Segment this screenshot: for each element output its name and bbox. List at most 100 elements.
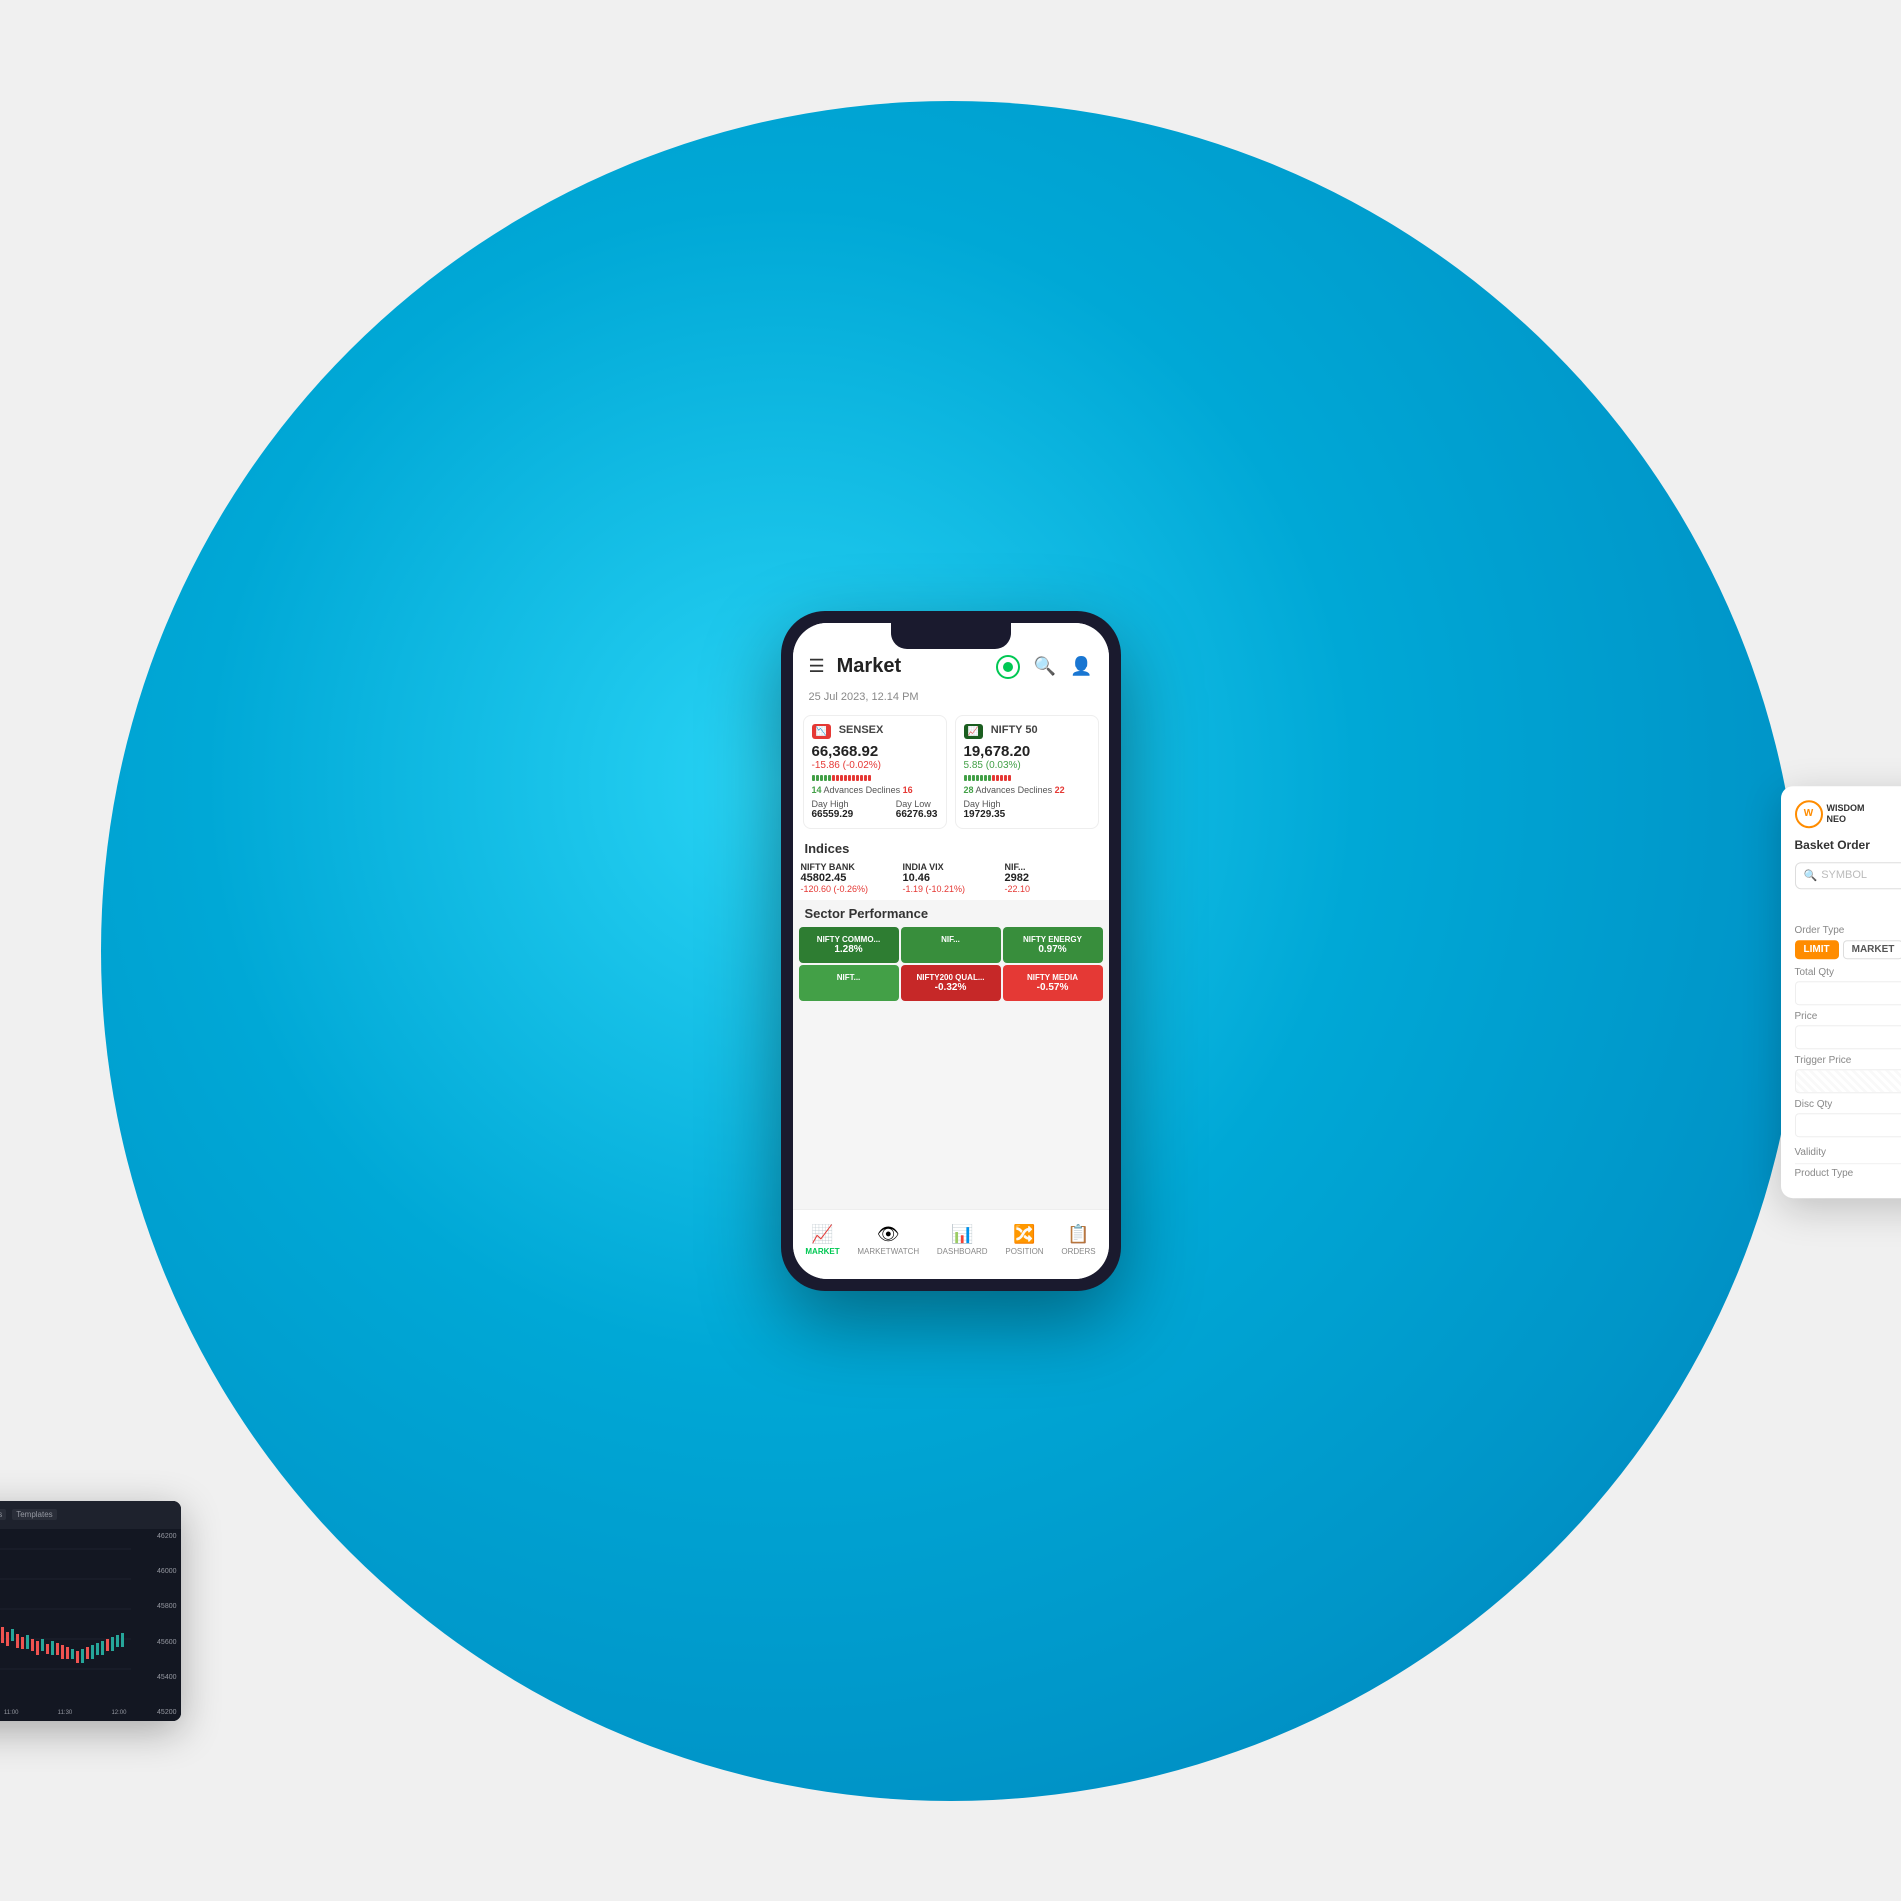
phone-notch	[891, 623, 1011, 649]
user-icon[interactable]: 👤	[1070, 656, 1092, 677]
market-date: 25 Jul 2023, 12.14 PM	[793, 687, 1109, 711]
marketwatch-nav-label: MARKETWATCH	[857, 1247, 919, 1256]
sensex-advances: 14 Advances Declines 16	[812, 785, 938, 795]
header-icons: 🔍 👤	[996, 655, 1093, 679]
trigger-price-label: Trigger Price	[1795, 1055, 1901, 1066]
templates-btn[interactable]: Templates	[12, 1509, 56, 1520]
symbol-search-row[interactable]: 🔍 SYMBOL	[1795, 862, 1901, 889]
basket-panel-header: W WISDOMNEO ☰	[1795, 800, 1901, 828]
dashboard-icon: 📊	[951, 1224, 973, 1245]
sector-grid: NIFTY COMMO... 1.28% NIF... NIFTY ENERGY…	[793, 925, 1109, 1003]
nav-orders[interactable]: 📋 ORDERS	[1061, 1224, 1095, 1256]
indicators-btn[interactable]: Indicators	[0, 1509, 6, 1520]
nifty50-price: 19,678.20	[964, 743, 1090, 760]
index-nifty-bank[interactable]: NIFTY BANK 45802.45 -120.60 (-0.26%)	[801, 862, 897, 894]
total-qty-section: Total Qty - +	[1795, 967, 1901, 1005]
sensex-label: SENSEX	[839, 724, 884, 736]
live-dot	[1003, 662, 1013, 672]
index-india-vix[interactable]: INDIA VIX 10.46 -1.19 (-10.21%)	[903, 862, 999, 894]
order-type-label: Order Type	[1795, 925, 1901, 936]
position-icon: 🔀	[1013, 1224, 1035, 1245]
wisdom-logo: W WISDOMNEO	[1795, 800, 1901, 828]
chart-y-axis: 46200 46000 45800 45600 45400 45200	[131, 1529, 181, 1721]
price-section: Price - +	[1795, 1011, 1901, 1049]
logo-circle: W	[1795, 800, 1823, 828]
page-title: Market	[837, 655, 996, 678]
sector-nifty-energy[interactable]: NIFTY ENERGY 0.97%	[1003, 927, 1103, 963]
market-nav-label: MARKET	[805, 1247, 839, 1256]
nav-market[interactable]: 📈 MARKET	[805, 1224, 839, 1256]
basket-panel-title: Basket Order	[1795, 838, 1901, 852]
live-status-indicator	[996, 655, 1020, 679]
nifty50-label: NIFTY 50	[991, 724, 1038, 736]
market-cards: 📉 SENSEX 66,368.92 -15.86 (-0.02%) 14	[793, 711, 1109, 833]
order-type-row: LIMIT MARKET SL-L SL-M	[1795, 940, 1901, 959]
disc-qty-section: Disc Qty - +	[1795, 1099, 1901, 1137]
nav-dashboard[interactable]: 📊 DASHBOARD	[937, 1224, 988, 1256]
dashboard-nav-label: DASHBOARD	[937, 1247, 988, 1256]
nifty50-card[interactable]: 📈 NIFTY 50 19,678.20 5.85 (0.03%) 28 Adv…	[955, 715, 1099, 829]
phone-screen: ☰ Market 🔍 👤 25 Jul 2023, 12.14 PM 📉	[793, 623, 1109, 1279]
disc-qty-stepper: - +	[1795, 1113, 1901, 1137]
nifty50-day-stats: Day High 19729.35	[964, 799, 1090, 820]
nifty50-mini-bars	[964, 775, 1090, 781]
index-nif[interactable]: NIF... 2982 -22.10	[1005, 862, 1101, 894]
sensex-day-high: 66559.29	[812, 809, 854, 820]
disc-qty-label: Disc Qty	[1795, 1099, 1901, 1110]
trigger-price-field[interactable]: - +	[1795, 1069, 1901, 1093]
nifty50-day-high: 19729.35	[964, 809, 1006, 820]
position-nav-label: POSITION	[1005, 1247, 1043, 1256]
sector-nifty-media[interactable]: NIFTY MEDIA -0.57%	[1003, 965, 1103, 1001]
indices-row: NIFTY BANK 45802.45 -120.60 (-0.26%) IND…	[793, 860, 1109, 900]
bottom-nav: 📈 MARKET 👁 MARKETWATCH 📊 DASHBOARD 🔀 POS…	[793, 1209, 1109, 1279]
chart-x-axis: 9:20 10:00 10:30 11:00 11:30 12:00	[0, 1705, 131, 1721]
sensex-price: 66,368.92	[812, 743, 938, 760]
price-label: Price	[1795, 1011, 1901, 1022]
sector-nif2[interactable]: NIF...	[901, 927, 1001, 963]
sensex-badge: 📉	[812, 724, 831, 739]
symbol-search-placeholder: SYMBOL	[1821, 869, 1901, 881]
sector-section-label: Sector Performance	[793, 900, 1109, 925]
product-type-label: Product Type	[1795, 1168, 1854, 1179]
trigger-price-section: Trigger Price - +	[1795, 1055, 1901, 1093]
nifty50-change: 5.85 (0.03%)	[964, 760, 1090, 771]
market-icon: 📈	[811, 1224, 833, 1245]
sensex-day-high-label: Day High	[812, 799, 854, 809]
total-qty-stepper: - +	[1795, 981, 1901, 1005]
sector-nifty200-qual[interactable]: NIFTY200 QUAL... -0.32%	[901, 965, 1001, 1001]
nav-position[interactable]: 🔀 POSITION	[1005, 1224, 1043, 1256]
search-icon-basket: 🔍	[1804, 869, 1818, 882]
buy-sell-toggle-row: Buy Sell	[1795, 899, 1901, 917]
nifty50-day-high-label: Day High	[964, 799, 1006, 809]
nifty50-badge: 📈	[964, 724, 983, 739]
validity-label: Validity	[1795, 1147, 1827, 1158]
chart-area: 46200 46000 45800 45600 45400 45200 9:20…	[0, 1529, 181, 1721]
orders-nav-label: ORDERS	[1061, 1247, 1095, 1256]
limit-btn[interactable]: LIMIT	[1795, 940, 1839, 959]
sensex-card[interactable]: 📉 SENSEX 66,368.92 -15.86 (-0.02%) 14	[803, 715, 947, 829]
total-qty-label: Total Qty	[1795, 967, 1901, 978]
price-stepper: - +	[1795, 1025, 1901, 1049]
background-circle: NIFTY BANK 1m Compare Indicators Templat…	[101, 101, 1801, 1801]
validity-row: Validity DAY ▾	[1795, 1143, 1901, 1164]
indices-section-label: Indices	[793, 833, 1109, 860]
nav-marketwatch[interactable]: 👁 MARKETWATCH	[857, 1224, 919, 1256]
search-icon[interactable]: 🔍	[1034, 656, 1056, 677]
basket-order-panel: W WISDOMNEO ☰ Basket Order 🔍 SYMBOL Buy …	[1781, 786, 1901, 1198]
market-btn[interactable]: MARKET	[1843, 940, 1901, 959]
sensex-day-low-label: Day Low	[896, 799, 938, 809]
sensex-day-stats: Day High 66559.29 Day Low 66276.93	[812, 799, 938, 820]
sensex-change: -15.86 (-0.02%)	[812, 760, 938, 771]
hamburger-icon[interactable]: ☰	[809, 656, 825, 677]
sector-nifty-commo[interactable]: NIFTY COMMO... 1.28%	[799, 927, 899, 963]
chart-toolbar: NIFTY BANK 1m Compare Indicators Templat…	[0, 1501, 181, 1529]
nifty50-advances: 28 Advances Declines 22	[964, 785, 1090, 795]
sensex-day-low: 66276.93	[896, 809, 938, 820]
marketwatch-icon: 👁	[877, 1224, 900, 1245]
sensex-mini-bars	[812, 775, 938, 781]
price-chart	[0, 1529, 131, 1705]
chart-panel: NIFTY BANK 1m Compare Indicators Templat…	[0, 1501, 181, 1721]
logo-text: WISDOMNEO	[1827, 803, 1865, 825]
sector-nift3[interactable]: NIFT...	[799, 965, 899, 1001]
orders-icon: 📋	[1067, 1224, 1089, 1245]
